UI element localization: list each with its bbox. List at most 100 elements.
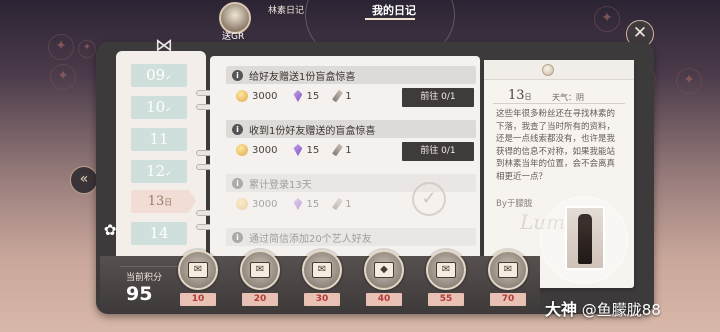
star-emblem-icon: ✦	[78, 40, 96, 58]
date-tab-13[interactable]: 13日	[131, 190, 196, 213]
task-title-bar: i 给好友赠送1份盲盒惊喜	[226, 66, 476, 84]
score-divider	[120, 266, 182, 267]
gem-amount: 15	[306, 144, 320, 156]
date-label: 13	[147, 194, 165, 209]
coin-amount: 3000	[252, 90, 278, 102]
date-label: 09	[146, 66, 166, 84]
envelope-reward-icon: ✉	[312, 262, 332, 278]
diary-text: 这些年很多粉丝还在寻找林素的下落，我查了当时所有的资料，还是一点线索都没有，也许…	[496, 109, 616, 182]
check-icon: ✓	[165, 169, 172, 178]
gem-amount: 15	[306, 198, 320, 210]
completed-check-icon: ✓	[412, 182, 446, 216]
character-figure	[578, 214, 592, 264]
gem-amount: 15	[306, 90, 320, 102]
date-tab-11[interactable]: 11	[131, 128, 187, 151]
task-item: i 收到1份好友赠送的盲盒惊喜 3000 15 1 前往 0/1	[226, 120, 476, 162]
info-icon[interactable]: i	[232, 177, 243, 189]
envelope-reward-icon: ✉	[250, 262, 270, 278]
diary-signature: By于朦胧	[496, 199, 533, 209]
date-label: 14	[149, 224, 169, 242]
close-icon: ✕	[632, 23, 648, 43]
info-icon[interactable]: i	[232, 123, 243, 135]
pen-amount: 1	[345, 198, 352, 210]
date-label: 11	[149, 130, 169, 148]
task-title-bar: i 收到1份好友赠送的盲盒惊喜	[226, 120, 476, 138]
flower-icon: ✿	[103, 221, 117, 239]
info-icon[interactable]: i	[232, 231, 243, 243]
task-item: i 给好友赠送1份盲盒惊喜 3000 15 1 前往 0/1	[226, 66, 476, 108]
milestone-points: 20	[242, 293, 278, 306]
task-item: i 累计登录13天 3000 15 1 ✓	[226, 174, 476, 216]
watermark-handle: @鱼朦胧88	[581, 301, 661, 319]
task-title: 通过简信添加20个艺人好友	[249, 233, 372, 245]
back-button[interactable]: «	[70, 166, 98, 194]
pen-amount: 1	[345, 90, 352, 102]
diary-date: 13日	[508, 88, 532, 103]
pen-icon	[332, 143, 344, 157]
star-emblem-icon: ✦	[50, 64, 76, 90]
envelope-reward-icon: ✉	[498, 262, 518, 278]
task-title: 收到1份好友赠送的盲盒惊喜	[249, 125, 376, 137]
gem-icon	[293, 144, 303, 156]
milestone-reward-button[interactable]: ✉	[302, 250, 342, 290]
watermark-brand: 大神	[545, 300, 578, 319]
diary-weather: 天气：阴	[552, 93, 584, 102]
task-title-bar: i 通过简信添加20个艺人好友	[226, 228, 476, 246]
pen-amount: 1	[345, 144, 352, 156]
ribbon-bow-icon: ⋈	[155, 35, 173, 56]
pin-icon	[542, 64, 554, 76]
pen-icon	[332, 89, 344, 103]
milestone-points: 70	[490, 293, 526, 306]
diary-day-unit: 日	[524, 93, 532, 101]
coin-icon	[236, 90, 248, 102]
milestone-points: 30	[304, 293, 340, 306]
date-label: 12	[146, 162, 166, 180]
milestone-reward-button[interactable]: ✉	[178, 250, 218, 290]
milestone-points: 55	[428, 293, 464, 306]
milestone-reward-button[interactable]: ✉	[488, 250, 528, 290]
star-emblem-icon: ✦	[594, 6, 620, 32]
go-button[interactable]: 前往 0/1	[402, 88, 474, 107]
info-icon[interactable]: i	[232, 69, 243, 81]
date-tab-09[interactable]: 09✓	[131, 64, 187, 87]
gem-reward-icon: ◆	[374, 262, 394, 278]
go-button[interactable]: 前往 0/1	[402, 142, 474, 161]
tab-active-indicator	[365, 18, 415, 20]
coin-icon	[236, 198, 248, 210]
tab-my-diary[interactable]: 我的日记	[372, 2, 416, 18]
gem-icon	[293, 198, 303, 210]
task-title: 累计登录13天	[249, 179, 312, 191]
gem-icon	[293, 90, 303, 102]
envelope-reward-icon: ✉	[436, 262, 456, 278]
milestone-reward-button[interactable]: ◆	[364, 250, 404, 290]
coin-icon	[236, 144, 248, 156]
milestone-points: 10	[180, 293, 216, 306]
note-fold	[484, 60, 634, 80]
date-unit: 日	[164, 198, 173, 207]
watermark: 大神 @鱼朦胧88	[545, 296, 661, 320]
date-tab-12[interactable]: 12✓	[131, 160, 187, 183]
avatar-caption: 送GR	[222, 32, 245, 42]
milestone-reward-button[interactable]: ✉	[426, 250, 466, 290]
date-label: 10	[146, 98, 166, 116]
score-label: 当前积分	[126, 273, 163, 283]
milestone-reward-button[interactable]: ✉	[240, 250, 280, 290]
star-emblem-icon: ✦	[676, 68, 702, 94]
pen-icon	[332, 197, 344, 211]
task-title: 给好友赠送1份盲盒惊喜	[249, 71, 356, 83]
tab-linsu-diary[interactable]: 林素日记	[268, 3, 304, 16]
check-icon: ✓	[165, 105, 172, 114]
date-tab-14[interactable]: 14	[131, 222, 187, 245]
date-tab-10[interactable]: 10✓	[131, 96, 187, 119]
double-chevron-left-icon: «	[79, 171, 89, 187]
coin-amount: 3000	[252, 198, 278, 210]
star-emblem-icon: ✦	[48, 34, 74, 60]
check-icon: ✓	[165, 73, 172, 82]
diary-day: 13	[508, 88, 525, 103]
coin-amount: 3000	[252, 144, 278, 156]
milestone-points: 40	[366, 293, 402, 306]
note-divider	[493, 103, 625, 104]
score-value: 95	[126, 283, 153, 305]
task-item: i 通过简信添加20个艺人好友	[226, 228, 476, 246]
envelope-reward-icon: ✉	[188, 262, 208, 278]
